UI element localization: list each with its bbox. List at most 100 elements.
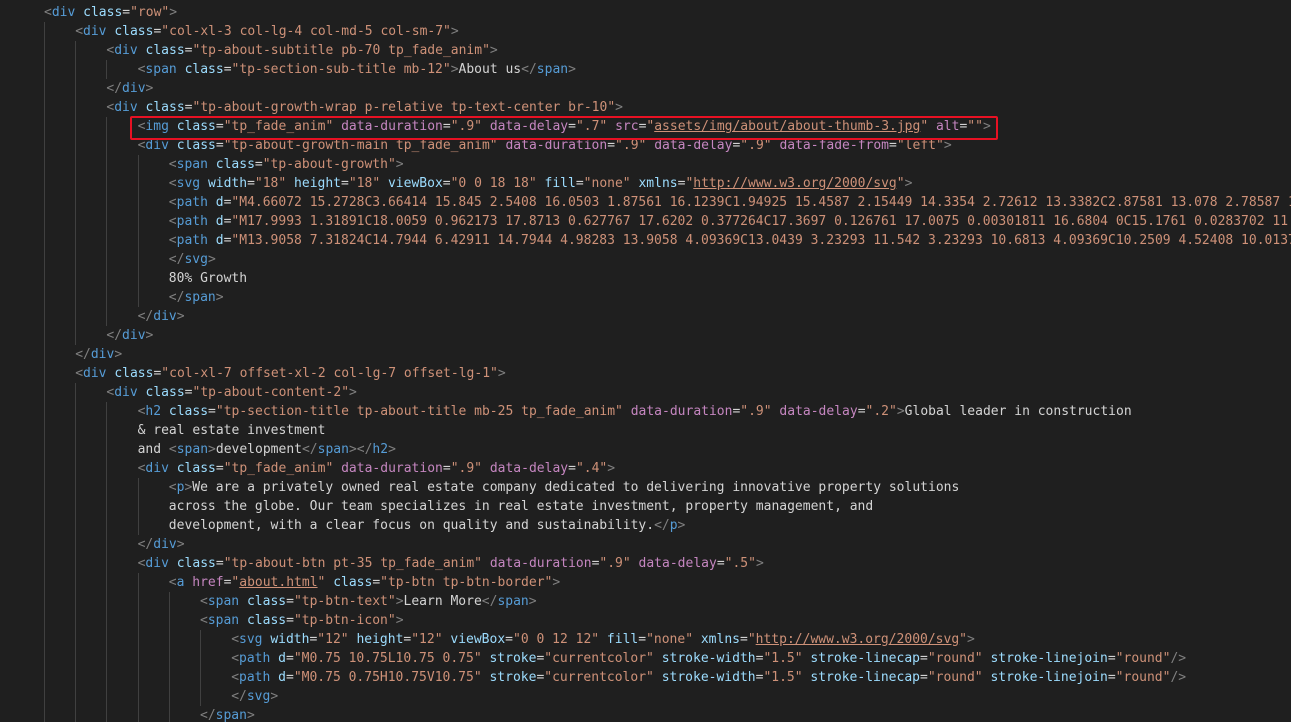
- code-token-sp: [270, 651, 278, 666]
- code-line[interactable]: 80% Growth: [169, 269, 247, 288]
- code-token-punct: </: [168, 290, 185, 305]
- code-token-punct: </: [231, 689, 247, 704]
- code-line[interactable]: across the globe. Our team specializes i…: [169, 497, 873, 516]
- code-token-str: "tp_fade_anim": [223, 461, 334, 476]
- indent-guide: [200, 630, 201, 706]
- code-token-sp: [177, 62, 185, 77]
- code-token-punct: <: [168, 233, 177, 248]
- code-token-tag: div: [51, 5, 76, 20]
- code-token-eq: =: [638, 632, 647, 647]
- indent-guide: [75, 41, 77, 345]
- code-line[interactable]: <span class="tp-btn-icon">: [200, 611, 404, 630]
- code-token-sp: [208, 195, 216, 210]
- code-token-punct: <: [168, 195, 177, 210]
- code-line[interactable]: <p>We are a privately owned real estate …: [169, 478, 960, 497]
- code-line[interactable]: <div class="tp_fade_anim" data-duration=…: [138, 459, 615, 478]
- code-line[interactable]: </div>: [138, 307, 185, 326]
- code-token-tag: h2: [372, 442, 389, 457]
- code-token-sp: [482, 461, 490, 476]
- code-line[interactable]: <a href="about.html" class="tp-btn tp-bt…: [169, 573, 560, 592]
- code-token-attr: data-delay: [638, 556, 717, 571]
- code-token-punct: >: [176, 537, 185, 552]
- code-token-sp: [623, 404, 631, 419]
- code-token-punct: <: [200, 594, 208, 609]
- code-token-text: Global leader in construction: [904, 404, 1132, 419]
- code-editor[interactable]: <div class="row"> <div class="col-xl-3 co…: [0, 0, 1291, 722]
- code-token-eq: =: [208, 404, 216, 419]
- code-token-sp: [654, 670, 662, 685]
- code-line[interactable]: <svg width="12" height="12" viewBox="0 0…: [231, 630, 975, 649]
- code-line[interactable]: </svg>: [231, 687, 278, 706]
- code-line[interactable]: <div class="col-xl-7 offset-xl-2 col-lg-…: [75, 364, 505, 383]
- code-token-attr: d: [215, 195, 224, 210]
- code-line[interactable]: <span class="tp-btn-text">Learn More</sp…: [200, 592, 537, 611]
- code-token-tag: div: [114, 385, 138, 400]
- code-token-tag: span: [176, 157, 208, 172]
- code-line[interactable]: <path d="M0.75 10.75L10.75 0.75" stroke=…: [231, 649, 1186, 668]
- code-line[interactable]: </div>: [106, 79, 153, 98]
- code-line[interactable]: </span>: [200, 706, 255, 722]
- code-line[interactable]: <path d="M17.9993 1.31891C18.0059 0.9621…: [169, 212, 1291, 231]
- code-token-text: About us: [458, 62, 522, 77]
- code-line[interactable]: <svg width="18" height="18" viewBox="0 0…: [169, 174, 913, 193]
- code-token-str: "none": [646, 632, 694, 647]
- code-line[interactable]: & real estate investment: [138, 421, 326, 440]
- code-token-punct: <: [168, 575, 177, 590]
- code-token-attr: width: [207, 176, 248, 191]
- code-token-tag: svg: [246, 689, 271, 704]
- code-token-punct: </: [75, 347, 91, 362]
- code-line[interactable]: </span>: [169, 288, 224, 307]
- code-line[interactable]: <span class="tp-about-growth">: [169, 155, 404, 174]
- code-line[interactable]: <div class="row">: [44, 3, 177, 22]
- code-token-punct: >: [145, 328, 154, 343]
- code-line[interactable]: </div>: [106, 326, 153, 345]
- code-line[interactable]: <path d="M13.9058 7.31824C14.7944 6.4291…: [169, 231, 1291, 250]
- indent-guide: [137, 478, 139, 535]
- code-token-punct: />: [1170, 670, 1187, 685]
- code-line[interactable]: and <span>development</span></h2>: [138, 440, 396, 459]
- code-token-attr: fill: [544, 176, 576, 191]
- code-token-attr: stroke-linecap: [810, 651, 920, 666]
- code-token-attr: data-duration: [341, 461, 443, 476]
- code-token-punct: <: [168, 442, 177, 457]
- code-line[interactable]: <path d="M0.75 0.75H10.75V10.75" stroke=…: [231, 668, 1186, 687]
- code-token-str: ".4": [575, 461, 608, 476]
- code-line[interactable]: <div class="tp-about-subtitle pb-70 tp_f…: [106, 41, 497, 60]
- code-token-punct: >: [395, 594, 404, 609]
- code-line[interactable]: </div>: [138, 535, 185, 554]
- code-token-sp: [239, 613, 247, 628]
- code-token-sp: [208, 214, 216, 229]
- code-line[interactable]: <span class="tp-section-sub-title mb-12"…: [138, 60, 576, 79]
- code-token-str: "tp-about-btn pt-35 tp_fade_anim": [223, 556, 482, 571]
- code-line[interactable]: </svg>: [169, 250, 216, 269]
- code-token-attr: data-delay: [654, 138, 733, 153]
- code-token-str: "tp-about-subtitle pb-70 tp_fade_anim": [192, 43, 490, 58]
- code-token-str: "tp-section-sub-title mb-12": [231, 62, 451, 77]
- code-token-tag: path: [176, 195, 208, 210]
- code-token-attr: data-duration: [505, 138, 608, 153]
- code-line[interactable]: <div class="tp-about-btn pt-35 tp_fade_a…: [138, 554, 764, 573]
- code-token-attr: width: [270, 632, 310, 647]
- code-line[interactable]: </div>: [75, 345, 122, 364]
- code-line[interactable]: <div class="tp-about-growth-wrap p-relat…: [106, 98, 623, 117]
- code-line[interactable]: <path d="M4.66072 15.2728C3.66414 15.845…: [169, 193, 1291, 212]
- code-line[interactable]: <h2 class="tp-section-title tp-about-tit…: [138, 402, 1132, 421]
- code-token-str: "12": [317, 632, 349, 647]
- code-token-attr: href: [192, 575, 224, 590]
- code-token-str: ".2": [865, 404, 897, 419]
- code-line[interactable]: <div class="tp-about-content-2">: [106, 383, 356, 402]
- code-line[interactable]: development, with a clear focus on quali…: [169, 516, 686, 535]
- code-token-punct: </: [106, 328, 123, 343]
- code-token-tag: span: [176, 442, 209, 457]
- code-token-str: "M0.75 0.75H10.75V10.75": [293, 670, 482, 685]
- code-token-punct: </: [481, 594, 498, 609]
- code-token-punct: >: [169, 5, 178, 20]
- code-line[interactable]: <div class="col-xl-3 col-lg-4 col-md-5 c…: [75, 22, 459, 41]
- code-token-punct: >: [114, 347, 123, 362]
- code-token-punct: >: [552, 575, 561, 590]
- code-token-str: "tp-btn-text": [293, 594, 396, 609]
- code-token-eq: =: [122, 5, 131, 20]
- code-token-punct: >: [450, 62, 459, 77]
- code-token-eq: =: [184, 100, 193, 115]
- code-token-punct: >: [896, 404, 905, 419]
